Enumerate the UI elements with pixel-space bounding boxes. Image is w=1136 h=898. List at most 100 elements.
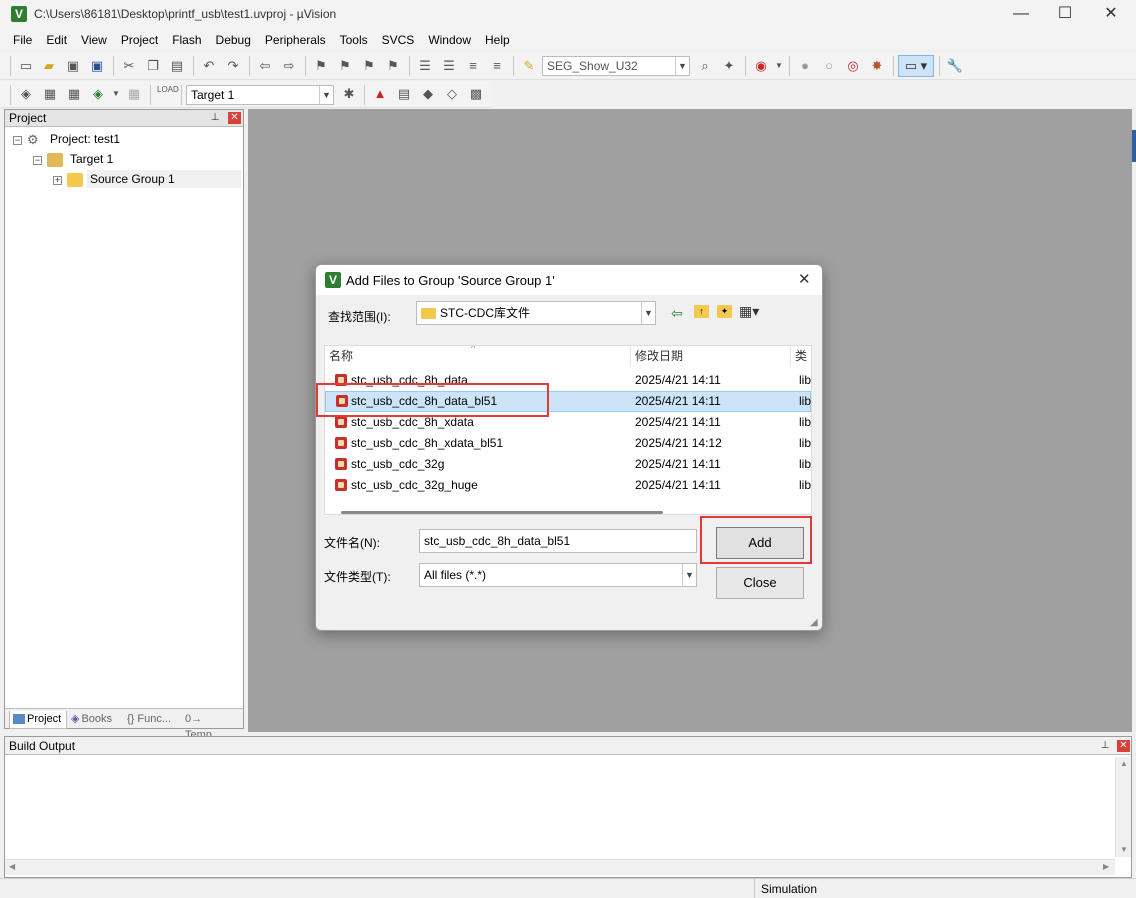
menu-help[interactable]: Help bbox=[478, 30, 517, 50]
tab-books[interactable]: ◈ Books bbox=[69, 711, 123, 729]
clear-bookmarks-icon[interactable]: ⚑ bbox=[384, 57, 402, 75]
horizontal-scrollbar[interactable]: ◀ ▶ bbox=[5, 859, 1115, 875]
configure-wrench-icon[interactable]: 🔧 bbox=[946, 57, 964, 75]
chevron-down-icon[interactable]: ▼ bbox=[682, 564, 696, 586]
expand-icon[interactable]: + bbox=[53, 176, 62, 185]
maximize-button[interactable]: ☐ bbox=[1042, 0, 1088, 30]
redo-icon[interactable]: ↷ bbox=[224, 57, 242, 75]
new-file-icon[interactable]: ▭ bbox=[17, 57, 35, 75]
back-arrow-icon[interactable]: ⇦ bbox=[671, 305, 683, 322]
scroll-left-icon[interactable]: ◀ bbox=[9, 862, 15, 871]
scroll-down-icon[interactable]: ▼ bbox=[1120, 845, 1128, 854]
find-in-files-icon[interactable]: ✎ bbox=[520, 57, 538, 75]
next-bookmark-icon[interactable]: ⚑ bbox=[360, 57, 378, 75]
file-row[interactable]: stc_usb_cdc_32g_huge 2025/4/21 14:11 lib bbox=[325, 475, 811, 496]
select-software-packs-icon[interactable]: ◆ bbox=[419, 85, 437, 103]
undo-icon[interactable]: ↶ bbox=[200, 57, 218, 75]
close-window-button[interactable]: ✕ bbox=[1088, 0, 1134, 30]
scroll-right-icon[interactable]: ▶ bbox=[1103, 862, 1109, 871]
menu-debug[interactable]: Debug bbox=[209, 30, 258, 50]
tree-item-source-group[interactable]: Source Group 1 bbox=[87, 170, 241, 188]
uncomment-icon[interactable]: ≡ bbox=[488, 57, 506, 75]
file-row[interactable]: stc_usb_cdc_32g 2025/4/21 14:11 lib bbox=[325, 454, 811, 475]
dialog-close-icon[interactable]: ✕ bbox=[798, 270, 811, 288]
menu-project[interactable]: Project bbox=[114, 30, 165, 50]
manage-components-icon[interactable]: ▤ bbox=[395, 85, 413, 103]
scroll-up-icon[interactable]: ▲ bbox=[1120, 759, 1128, 768]
resize-grip-icon[interactable]: ◢ bbox=[810, 617, 818, 628]
menu-flash[interactable]: Flash bbox=[165, 30, 208, 50]
view-menu-icon[interactable]: ▦▾ bbox=[739, 303, 759, 320]
tab-project[interactable]: Project bbox=[9, 711, 67, 729]
close-icon[interactable]: ✕ bbox=[228, 112, 241, 124]
window-layout-icon[interactable]: ▭ ▾ bbox=[898, 55, 934, 77]
find-combo[interactable]: SEG_Show_U32 ▼ bbox=[542, 56, 690, 76]
menu-edit[interactable]: Edit bbox=[39, 30, 74, 50]
tab-templates[interactable]: 0→ Temp... bbox=[185, 711, 241, 741]
horizontal-scroll-thumb[interactable] bbox=[341, 511, 663, 514]
chevron-down-icon[interactable]: ▼ bbox=[107, 85, 125, 103]
indent-icon[interactable]: ☰ bbox=[416, 57, 434, 75]
menu-tools[interactable]: Tools bbox=[333, 30, 375, 50]
open-folder-icon[interactable]: ▰ bbox=[40, 57, 58, 75]
bookmark-icon[interactable]: ⚑ bbox=[312, 57, 330, 75]
new-folder-icon[interactable]: ✦ bbox=[717, 305, 732, 318]
batch-build-icon[interactable]: ◈ bbox=[89, 85, 107, 103]
build-icon[interactable]: ▦ bbox=[41, 85, 59, 103]
tree-item-target[interactable]: Target 1 bbox=[70, 150, 113, 168]
chevron-down-icon[interactable]: ▼ bbox=[641, 302, 655, 324]
chevron-down-icon[interactable]: ▼ bbox=[675, 57, 689, 75]
disable-breakpoints-icon[interactable]: ◎ bbox=[844, 57, 862, 75]
menu-file[interactable]: File bbox=[6, 30, 39, 50]
debug-session-icon[interactable]: ◉ bbox=[752, 57, 770, 75]
target-combo[interactable]: Target 1 ▼ bbox=[186, 85, 334, 105]
file-extensions-icon[interactable]: ▲ bbox=[371, 85, 389, 103]
pin-icon[interactable]: ⊥ bbox=[209, 112, 221, 124]
filename-input[interactable]: stc_usb_cdc_8h_data_bl51 bbox=[419, 529, 697, 553]
vertical-scrollbar[interactable]: ▲ ▼ bbox=[1115, 757, 1131, 857]
download-load-icon[interactable]: LOAD bbox=[157, 85, 179, 103]
tree-item-project[interactable]: Project: test1 bbox=[50, 130, 120, 148]
file-row[interactable]: stc_usb_cdc_8h_xdata_bl51 2025/4/21 14:1… bbox=[325, 433, 811, 454]
copy-icon[interactable]: ❐ bbox=[144, 57, 162, 75]
unindent-icon[interactable]: ☰ bbox=[440, 57, 458, 75]
target-options-icon[interactable]: ✱ bbox=[340, 85, 358, 103]
save-all-icon[interactable]: ▣ bbox=[88, 57, 106, 75]
paste-icon[interactable]: ▤ bbox=[168, 57, 186, 75]
menu-peripherals[interactable]: Peripherals bbox=[258, 30, 333, 50]
close-icon[interactable]: ✕ bbox=[1117, 740, 1130, 752]
find-icon[interactable]: ⌕ bbox=[696, 57, 714, 75]
column-header-type[interactable]: 类 bbox=[791, 346, 811, 366]
incremental-find-icon[interactable]: ✦ bbox=[720, 57, 738, 75]
kill-breakpoints-icon[interactable]: ✸ bbox=[868, 57, 886, 75]
insert-breakpoint-icon[interactable]: ● bbox=[796, 57, 814, 75]
pack-installer-icon[interactable]: ◇ bbox=[443, 85, 461, 103]
collapse-icon[interactable]: − bbox=[33, 156, 42, 165]
look-in-combo[interactable]: STC-CDC库文件 ▼ bbox=[416, 301, 656, 325]
manage-run-time-icon[interactable]: ▩ bbox=[467, 85, 485, 103]
stop-build-icon[interactable]: ▦ bbox=[125, 85, 143, 103]
prev-bookmark-icon[interactable]: ⚑ bbox=[336, 57, 354, 75]
minimize-button[interactable]: — bbox=[998, 0, 1044, 30]
translate-icon[interactable]: ◈ bbox=[17, 85, 35, 103]
close-button[interactable]: Close bbox=[716, 567, 804, 599]
tab-functions[interactable]: {} Func... bbox=[127, 711, 183, 729]
filetype-select[interactable]: All files (*.*) ▼ bbox=[419, 563, 697, 587]
column-header-name[interactable]: 名称 bbox=[325, 346, 631, 366]
collapse-icon[interactable]: − bbox=[13, 136, 22, 145]
enable-breakpoint-icon[interactable]: ○ bbox=[820, 57, 838, 75]
comment-icon[interactable]: ≡ bbox=[464, 57, 482, 75]
pin-icon[interactable]: ⊥ bbox=[1099, 740, 1111, 752]
chevron-down-icon[interactable]: ▼ bbox=[770, 57, 788, 75]
rebuild-icon[interactable]: ▦ bbox=[65, 85, 83, 103]
up-folder-icon[interactable]: ↑ bbox=[694, 305, 709, 318]
column-header-date[interactable]: 修改日期 bbox=[631, 346, 791, 366]
menu-view[interactable]: View bbox=[74, 30, 114, 50]
chevron-down-icon[interactable]: ▼ bbox=[319, 86, 333, 104]
save-icon[interactable]: ▣ bbox=[64, 57, 82, 75]
navigate-back-icon[interactable]: ⇦ bbox=[256, 57, 274, 75]
menu-window[interactable]: Window bbox=[421, 30, 478, 50]
cut-icon[interactable]: ✂ bbox=[120, 57, 138, 75]
navigate-forward-icon[interactable]: ⇨ bbox=[280, 57, 298, 75]
menu-svcs[interactable]: SVCS bbox=[375, 30, 422, 50]
